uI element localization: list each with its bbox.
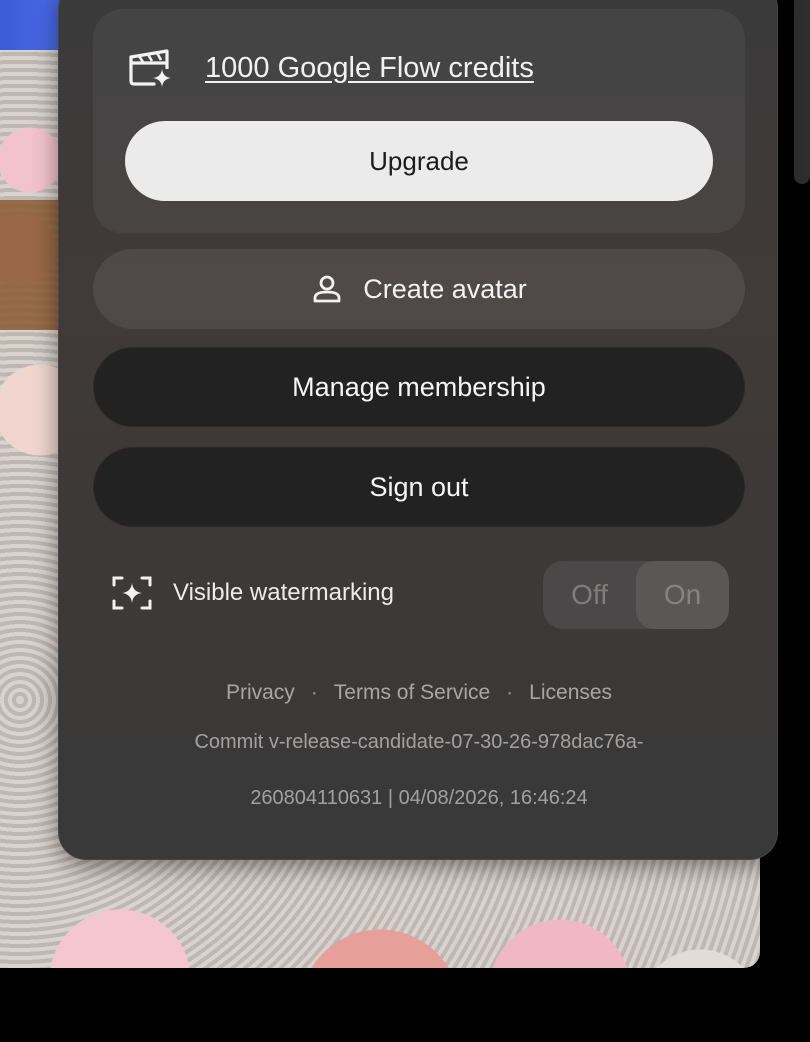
person-icon xyxy=(313,275,341,303)
watermark-label: Visible watermarking xyxy=(173,579,394,606)
watermark-off-option[interactable]: Off xyxy=(543,561,636,629)
create-avatar-label: Create avatar xyxy=(363,273,527,304)
background-tab-strip xyxy=(0,0,60,50)
manage-membership-button[interactable]: Manage membership xyxy=(93,347,745,427)
privacy-link[interactable]: Privacy xyxy=(226,681,295,705)
credits-link[interactable]: 1000 Google Flow credits xyxy=(205,52,534,85)
credits-card: 1000 Google Flow credits Upgrade xyxy=(93,9,745,233)
watermark-toggle[interactable]: Off On xyxy=(543,561,729,629)
commit-info-line-2: 260804110631 | 04/08/2026, 16:46:24 xyxy=(250,787,588,809)
watermark-on-option[interactable]: On xyxy=(636,561,729,629)
watermark-row: Visible watermarking xyxy=(111,575,394,611)
terms-link[interactable]: Terms of Service xyxy=(334,681,490,705)
scrollbar[interactable] xyxy=(794,0,810,184)
create-avatar-button[interactable]: Create avatar xyxy=(93,249,745,329)
background-image-detail xyxy=(0,200,60,330)
frame-sparkle-icon xyxy=(112,576,152,610)
footer-separator: · xyxy=(310,681,318,704)
licenses-link[interactable]: Licenses xyxy=(529,681,612,705)
upgrade-button[interactable]: Upgrade xyxy=(125,121,713,201)
footer-links: Privacy · Terms of Service · Licenses xyxy=(59,681,779,705)
footer-separator: · xyxy=(506,681,514,704)
commit-info-line-1: Commit v-release-candidate-07-30-26-978d… xyxy=(194,731,644,753)
account-menu-panel: 1000 Google Flow credits Upgrade Create … xyxy=(58,0,778,860)
screen: 1000 Google Flow credits Upgrade Create … xyxy=(0,0,810,1042)
credits-row: 1000 Google Flow credits xyxy=(127,47,534,89)
film-sparkle-icon xyxy=(129,49,171,87)
sign-out-button[interactable]: Sign out xyxy=(93,447,745,527)
